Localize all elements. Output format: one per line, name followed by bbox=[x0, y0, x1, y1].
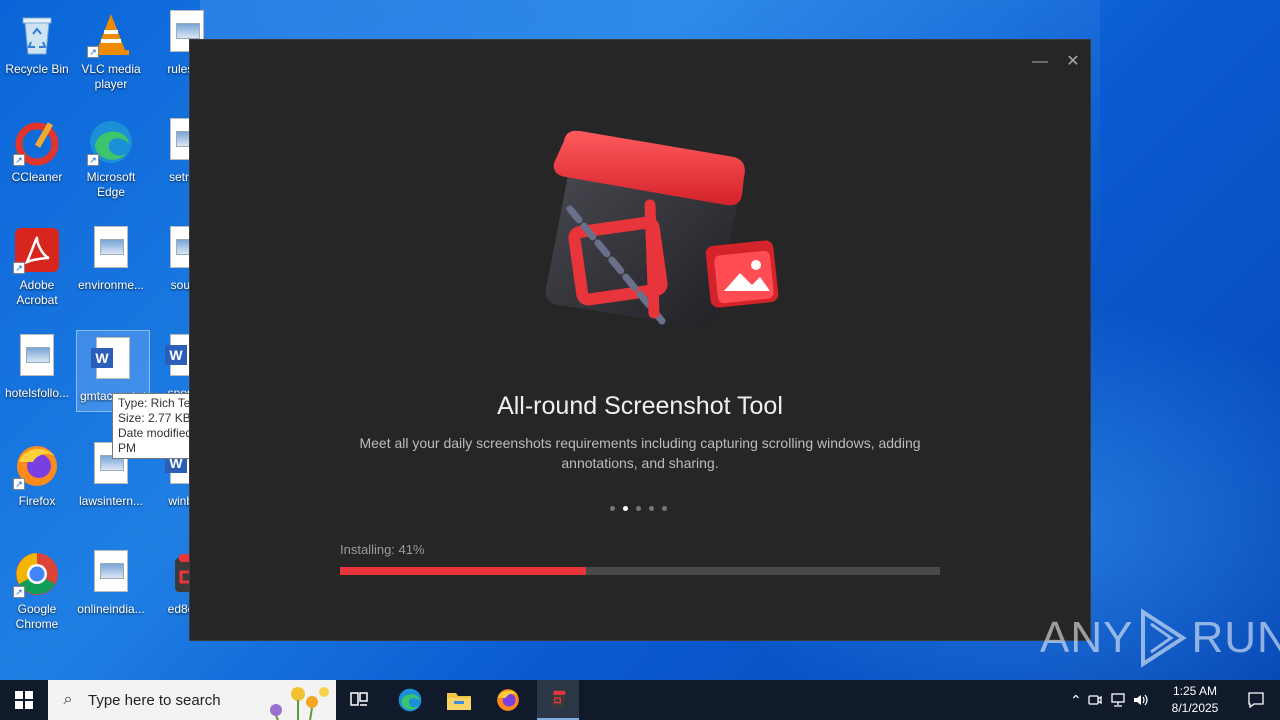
search-highlight-flowers-icon bbox=[270, 687, 329, 720]
file-explorer-icon bbox=[447, 693, 471, 710]
chrome-icon: ↗ bbox=[13, 550, 61, 598]
system-tray: ⌃ bbox=[1070, 680, 1150, 720]
clock-date: 8/1/2025 bbox=[1171, 701, 1219, 715]
installer-window: — ✕ All-round Screenshot Tool Meet all y… bbox=[189, 39, 1091, 641]
carousel-dot[interactable] bbox=[662, 506, 667, 511]
shortcut-arrow-icon: ↗ bbox=[87, 46, 99, 58]
start-button[interactable] bbox=[0, 680, 48, 720]
shortcut-arrow-icon: ↗ bbox=[13, 262, 25, 274]
shortcut-arrow-icon: ↗ bbox=[13, 478, 25, 490]
notification-icon bbox=[1248, 692, 1264, 709]
network-icon[interactable] bbox=[1109, 692, 1127, 708]
desktop-icon-label: Recycle Bin bbox=[5, 62, 69, 76]
meet-now-icon[interactable] bbox=[1087, 692, 1103, 708]
document-icon bbox=[13, 334, 61, 382]
desktop-icon-adobe-acrobat[interactable]: ↗ Adobe Acrobat bbox=[0, 220, 74, 320]
task-view-button[interactable] bbox=[336, 680, 384, 720]
desktop-icon-label: onlineindia... bbox=[77, 602, 145, 616]
shortcut-arrow-icon: ↗ bbox=[13, 154, 25, 166]
installer-title: All-round Screenshot Tool bbox=[497, 392, 783, 420]
notification-center-button[interactable] bbox=[1236, 680, 1276, 720]
installer-app-icon bbox=[551, 690, 566, 708]
desktop-icon-label: hotelsfollo... bbox=[4, 386, 70, 400]
taskbar-installer-button[interactable] bbox=[537, 680, 579, 720]
edge-icon: ↗ bbox=[87, 118, 135, 166]
play-logo-icon bbox=[1141, 608, 1188, 668]
desktop-icon-label: environme... bbox=[77, 278, 145, 292]
taskbar: ⌕ Type here to search ⌃ 1:25 AM 8/1/2025 bbox=[0, 680, 1280, 720]
show-hidden-icons-chevron-icon[interactable]: ⌃ bbox=[1070, 692, 1082, 709]
screenshot-tool-hero-icon bbox=[545, 130, 779, 328]
installer-description: Meet all your daily screenshots requirem… bbox=[359, 435, 921, 471]
taskbar-firefox-button[interactable] bbox=[484, 680, 532, 720]
desktop-icon-firefox[interactable]: ↗ Firefox bbox=[0, 436, 74, 536]
desktop-icon-label: Adobe Acrobat bbox=[16, 278, 58, 307]
taskbar-search-box[interactable]: ⌕ Type here to search bbox=[48, 680, 336, 720]
windows-logo-icon bbox=[15, 691, 33, 709]
carousel-dot[interactable] bbox=[623, 506, 628, 511]
taskbar-edge-button[interactable] bbox=[386, 680, 434, 720]
watermark-left-text: ANY bbox=[1040, 613, 1134, 662]
shortcut-arrow-icon: ↗ bbox=[87, 154, 99, 166]
carousel-dot[interactable] bbox=[649, 506, 654, 511]
desktop-icon-label: Microsoft Edge bbox=[86, 170, 136, 199]
desktop-icon-recycle-bin[interactable]: Recycle Bin bbox=[0, 4, 74, 104]
desktop-icon-onlineindia[interactable]: onlineindia... bbox=[74, 544, 148, 644]
ccleaner-icon: ↗ bbox=[13, 118, 61, 166]
desktop-icon-vlc[interactable]: ↗ VLC media player bbox=[74, 4, 148, 104]
close-button[interactable]: ✕ bbox=[1061, 50, 1085, 74]
vlc-cone-icon: ↗ bbox=[87, 10, 135, 58]
carousel-dot[interactable] bbox=[636, 506, 641, 511]
minimize-button[interactable]: — bbox=[1028, 50, 1052, 74]
firefox-icon: ↗ bbox=[13, 442, 61, 490]
taskbar-clock[interactable]: 1:25 AM 8/1/2025 bbox=[1160, 683, 1230, 717]
word-document-icon: W bbox=[89, 337, 137, 385]
search-placeholder: Type here to search bbox=[88, 691, 221, 709]
desktop-icon-environment[interactable]: environme... bbox=[74, 220, 148, 320]
carousel-dot[interactable] bbox=[610, 506, 615, 511]
task-view-icon bbox=[350, 692, 368, 706]
edge-icon bbox=[398, 688, 422, 712]
document-icon bbox=[87, 226, 135, 274]
taskbar-file-explorer-button[interactable] bbox=[435, 680, 483, 720]
volume-icon[interactable] bbox=[1132, 692, 1150, 708]
progress-track bbox=[340, 567, 940, 575]
clock-time: 1:25 AM bbox=[1172, 684, 1218, 698]
document-icon bbox=[87, 550, 135, 598]
recycle-bin-icon bbox=[13, 10, 61, 58]
desktop-icon-ccleaner[interactable]: ↗ CCleaner bbox=[0, 112, 74, 212]
firefox-icon bbox=[497, 689, 519, 711]
search-icon: ⌕ bbox=[63, 691, 73, 708]
desktop-icon-label: Firefox bbox=[18, 494, 56, 508]
desktop-icon-label: VLC media player bbox=[81, 62, 141, 91]
desktop-icon-label: Google Chrome bbox=[15, 602, 59, 631]
anyrun-watermark: ANY RUN bbox=[1040, 608, 1280, 668]
desktop-icon-hotels[interactable]: hotelsfollo... bbox=[0, 328, 74, 428]
shortcut-arrow-icon: ↗ bbox=[13, 586, 25, 598]
acrobat-icon: ↗ bbox=[13, 226, 61, 274]
progress-label: Installing: 41% bbox=[340, 542, 425, 557]
desktop-icon-label: CCleaner bbox=[11, 170, 63, 184]
desktop-icon-label: lawsintern... bbox=[78, 494, 144, 508]
progress-fill bbox=[340, 567, 586, 575]
desktop-icon-google-chrome[interactable]: ↗ Google Chrome bbox=[0, 544, 74, 644]
watermark-right-text: RUN bbox=[1191, 613, 1280, 662]
desktop-icon-edge[interactable]: ↗ Microsoft Edge bbox=[74, 112, 148, 212]
carousel-dots bbox=[610, 506, 670, 514]
